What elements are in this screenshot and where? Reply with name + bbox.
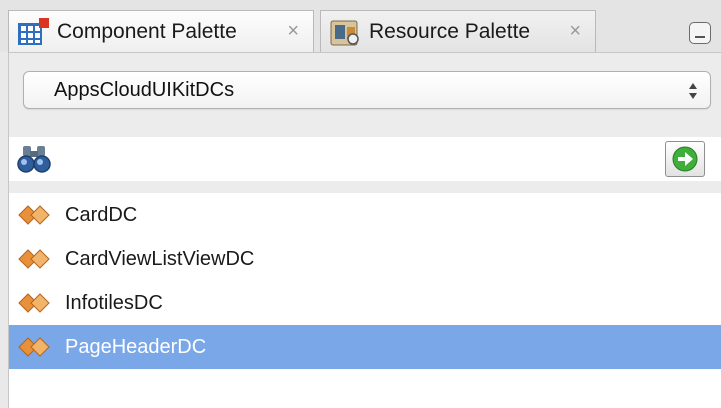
palette-window: Component Palette × Resource Palette × A…: [0, 0, 721, 408]
list-item[interactable]: InfotilesDC: [9, 281, 721, 325]
list-item-label: InfotilesDC: [65, 291, 163, 314]
component-diamond-icon: [18, 337, 50, 357]
minimize-button[interactable]: [689, 22, 711, 44]
minimize-icon: [695, 36, 705, 38]
binoculars-icon: [17, 146, 51, 173]
component-palette-icon: [18, 17, 49, 45]
tab-label: Component Palette: [57, 19, 237, 43]
palette-content: AppsCloudUIKitDCs CardDC CardViewListVie…: [8, 52, 721, 408]
close-icon[interactable]: ×: [287, 20, 299, 43]
list-item-label: PageHeaderDC: [65, 335, 207, 358]
close-icon[interactable]: ×: [569, 20, 581, 43]
resource-palette-icon: [330, 20, 359, 45]
tab-bar: Component Palette × Resource Palette ×: [0, 0, 721, 52]
arrow-right-icon: [672, 146, 698, 172]
component-list: CardDC CardViewListViewDC InfotilesDC Pa…: [9, 193, 721, 408]
library-dropdown-value: AppsCloudUIKitDCs: [54, 78, 235, 101]
tab-label: Resource Palette: [369, 19, 531, 43]
list-item-selected[interactable]: PageHeaderDC: [9, 325, 721, 369]
list-item-label: CardViewListViewDC: [65, 247, 255, 270]
component-diamond-icon: [18, 249, 50, 269]
list-item-label: CardDC: [65, 203, 138, 226]
up-down-arrows-icon: [689, 83, 697, 99]
tab-component-palette[interactable]: Component Palette ×: [8, 10, 314, 52]
component-diamond-icon: [18, 205, 50, 225]
search-row: [9, 137, 721, 181]
library-dropdown[interactable]: AppsCloudUIKitDCs: [23, 71, 711, 109]
component-diamond-icon: [18, 293, 50, 313]
list-item[interactable]: CardDC: [9, 193, 721, 237]
search-input[interactable]: [57, 141, 653, 179]
list-item[interactable]: CardViewListViewDC: [9, 237, 721, 281]
tab-resource-palette[interactable]: Resource Palette ×: [320, 10, 596, 52]
go-button[interactable]: [665, 141, 705, 177]
